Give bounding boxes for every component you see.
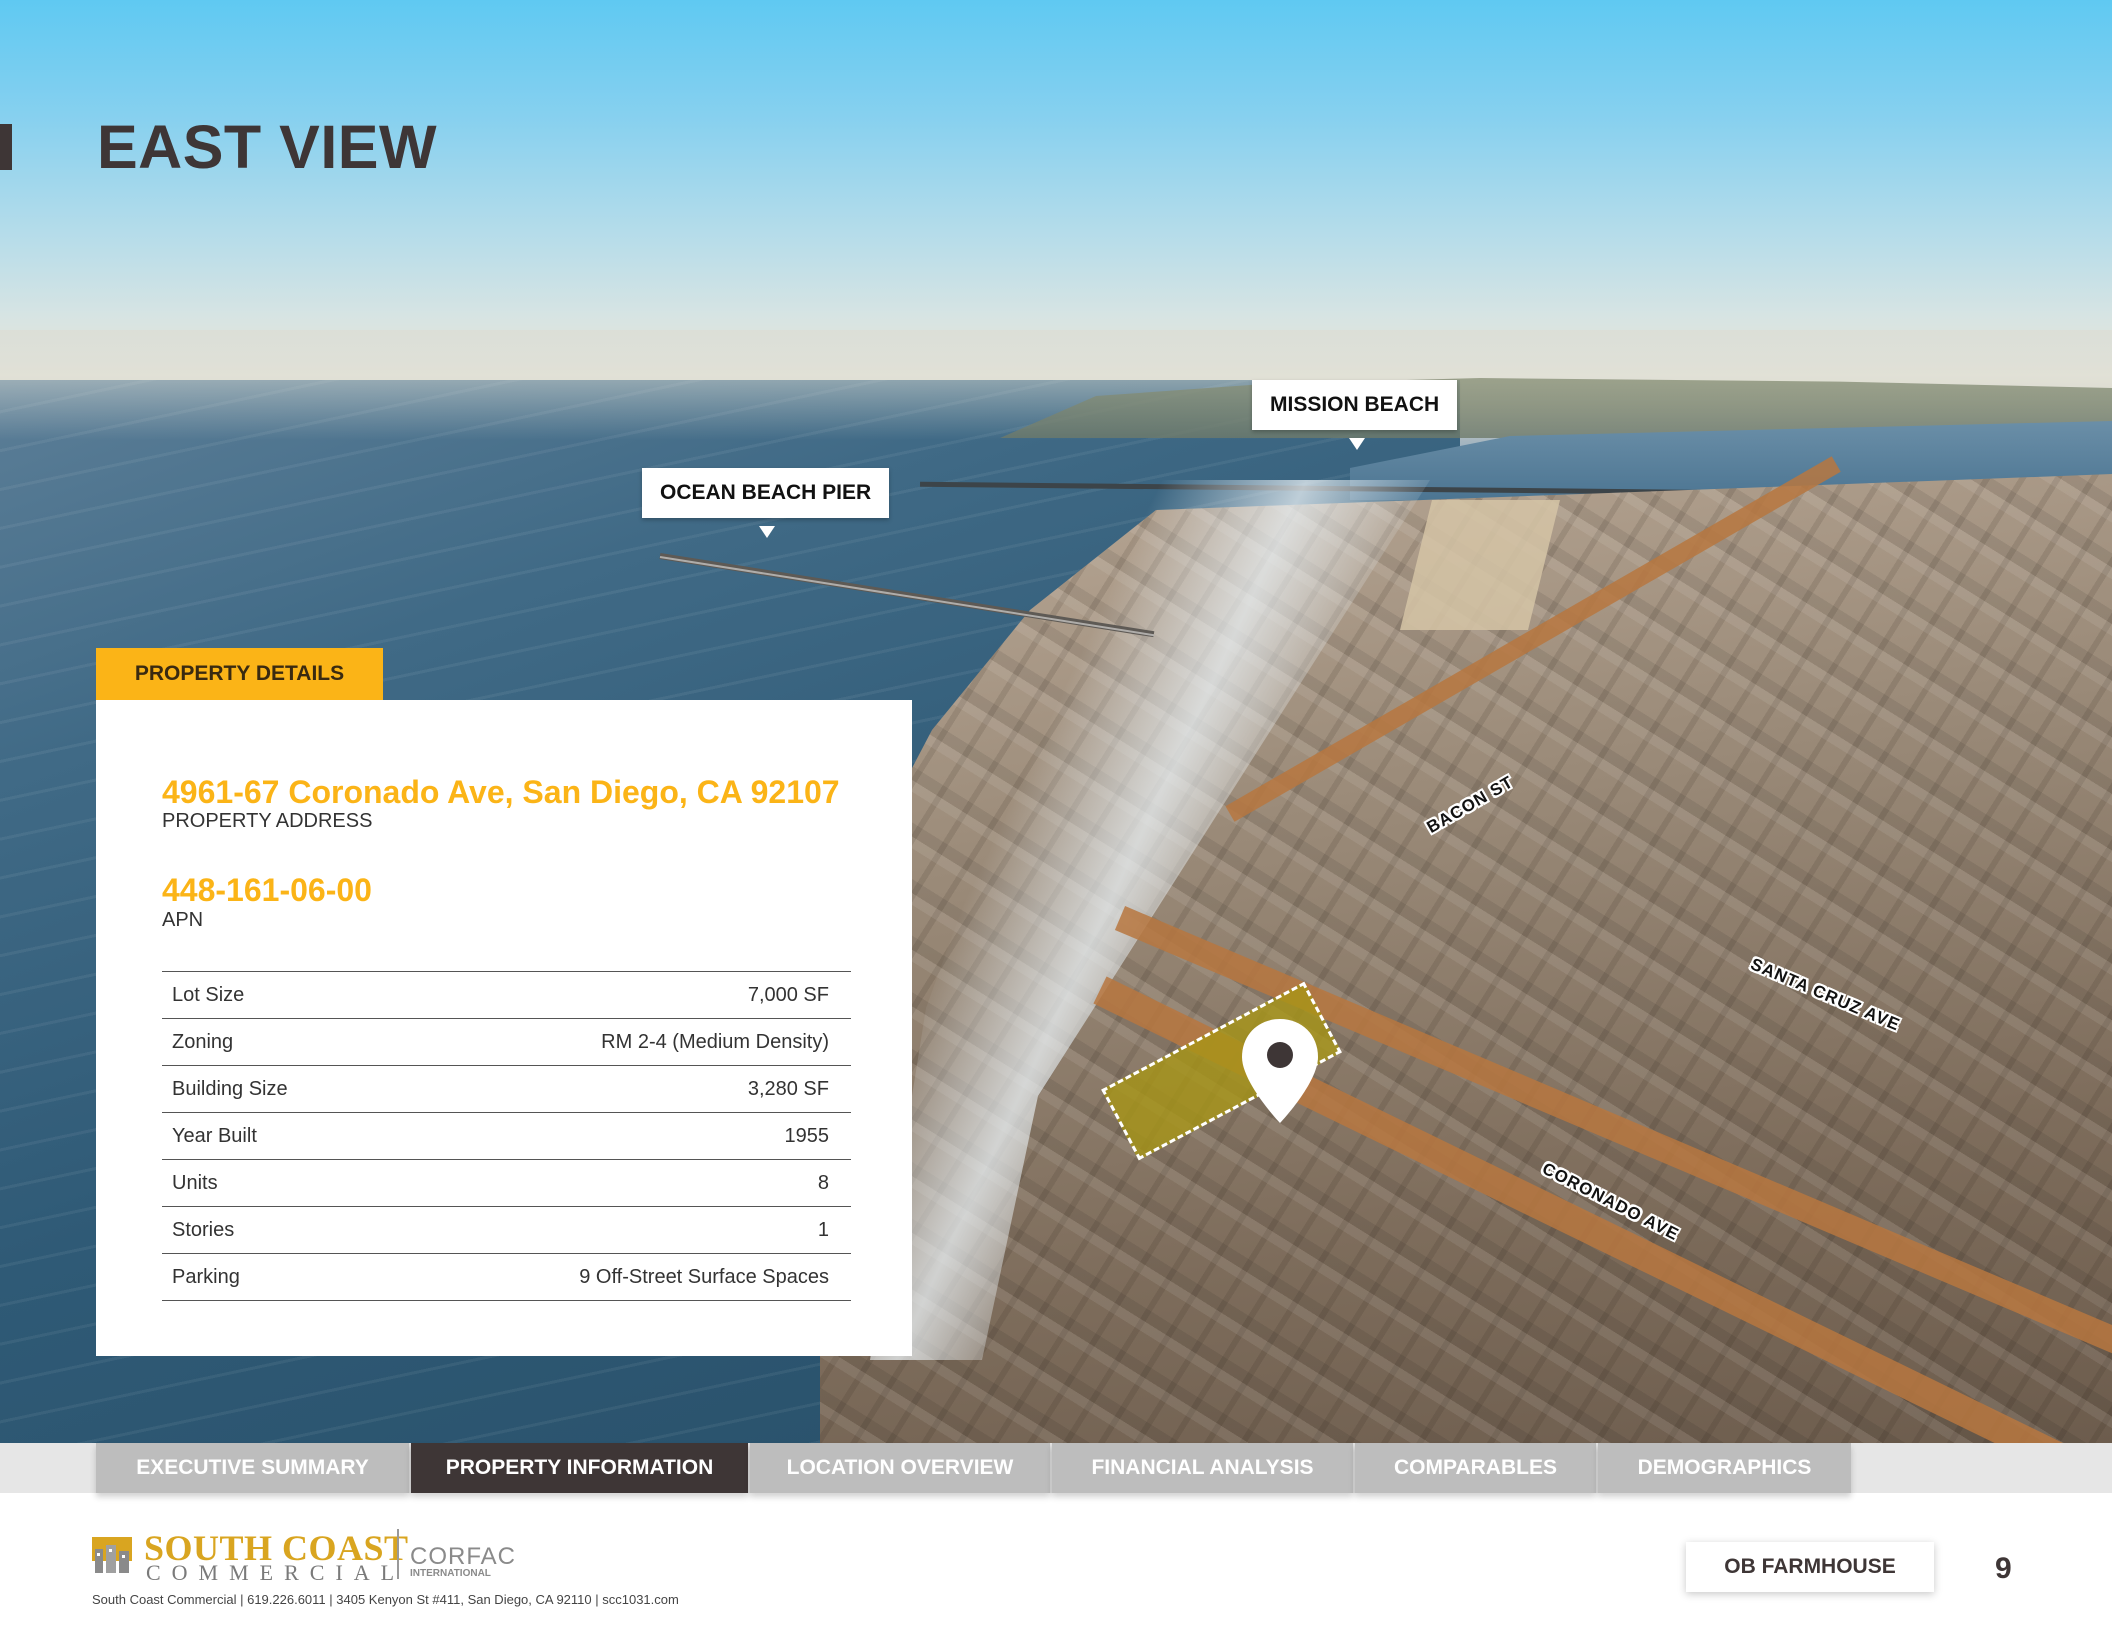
tab-location-overview[interactable]: LOCATION OVERVIEW bbox=[750, 1443, 1050, 1493]
spec-row-stories: Stories 1 bbox=[162, 1207, 851, 1254]
spec-label: Building Size bbox=[172, 1077, 288, 1100]
spec-value: 3,280 SF bbox=[747, 1077, 829, 1100]
spec-label: Stories bbox=[172, 1218, 235, 1241]
spec-value: 1 bbox=[817, 1218, 829, 1241]
footer-contact: South Coast Commercial | 619.226.6011 | … bbox=[92, 1592, 679, 1607]
spec-value: 7,000 SF bbox=[747, 983, 829, 1006]
logo-divider bbox=[397, 1529, 399, 1579]
page-title: EAST VIEW bbox=[97, 113, 438, 181]
apn-label: APN bbox=[162, 909, 204, 931]
tab-demographics[interactable]: DEMOGRAPHICS bbox=[1598, 1443, 1851, 1493]
property-address-label: PROPERTY ADDRESS bbox=[162, 810, 373, 832]
tab-executive-summary[interactable]: EXECUTIVE SUMMARY bbox=[96, 1443, 409, 1493]
spec-label: Zoning bbox=[172, 1030, 234, 1053]
spec-row-parking: Parking 9 Off-Street Surface Spaces bbox=[162, 1254, 851, 1301]
spec-row-lot-size: Lot Size 7,000 SF bbox=[162, 972, 851, 1019]
spec-row-units: Units 8 bbox=[162, 1160, 851, 1207]
tab-property-information[interactable]: PROPERTY INFORMATION bbox=[411, 1443, 748, 1493]
property-details-tab: PROPERTY DETAILS bbox=[96, 648, 383, 700]
spec-label: Lot Size bbox=[172, 983, 245, 1006]
spec-label: Units bbox=[172, 1171, 218, 1194]
property-details-card: 4961-67 Coronado Ave, San Diego, CA 9210… bbox=[96, 700, 912, 1356]
spec-row-year-built: Year Built 1955 bbox=[162, 1113, 851, 1160]
property-name-badge: OB FARMHOUSE bbox=[1686, 1542, 1934, 1592]
spec-row-building-size: Building Size 3,280 SF bbox=[162, 1066, 851, 1113]
title-accent-bar bbox=[0, 124, 12, 170]
location-pin-icon bbox=[1242, 1019, 1318, 1123]
spec-value: 1955 bbox=[784, 1124, 830, 1147]
spec-value: 9 Off-Street Surface Spaces bbox=[579, 1265, 829, 1288]
page-number: 9 bbox=[1995, 1552, 2012, 1585]
logo-text-commercial: COMMERCIAL bbox=[146, 1560, 406, 1585]
spec-label: Year Built bbox=[172, 1124, 257, 1147]
callout-arrow-mission-beach bbox=[1349, 438, 1365, 450]
tab-financial-analysis[interactable]: FINANCIAL ANALYSIS bbox=[1052, 1443, 1353, 1493]
spec-value: RM 2-4 (Medium Density) bbox=[601, 1030, 829, 1053]
south-coast-commercial-logo: SOUTH COAST COMMERCIAL CORFAC INTERNATIO… bbox=[92, 1527, 515, 1585]
callout-arrow-ocean-beach-pier bbox=[759, 526, 775, 538]
property-specs-table: Lot Size 7,000 SF Zoning RM 2-4 (Medium … bbox=[162, 971, 851, 1301]
callout-mission-beach: MISSION BEACH bbox=[1252, 380, 1458, 430]
buildings-logo-icon bbox=[92, 1537, 132, 1573]
tab-comparables[interactable]: COMPARABLES bbox=[1355, 1443, 1596, 1493]
spec-row-zoning: Zoning RM 2-4 (Medium Density) bbox=[162, 1019, 851, 1066]
logo-text-international: INTERNATIONAL bbox=[410, 1568, 491, 1579]
logo-text-corfac: CORFAC bbox=[410, 1543, 517, 1570]
apn-value: 448-161-06-00 bbox=[162, 872, 372, 908]
callout-ocean-beach-pier: OCEAN BEACH PIER bbox=[642, 468, 890, 518]
property-address: 4961-67 Coronado Ave, San Diego, CA 9210… bbox=[162, 774, 840, 810]
spec-value: 8 bbox=[817, 1171, 829, 1194]
spec-label: Parking bbox=[172, 1265, 240, 1288]
